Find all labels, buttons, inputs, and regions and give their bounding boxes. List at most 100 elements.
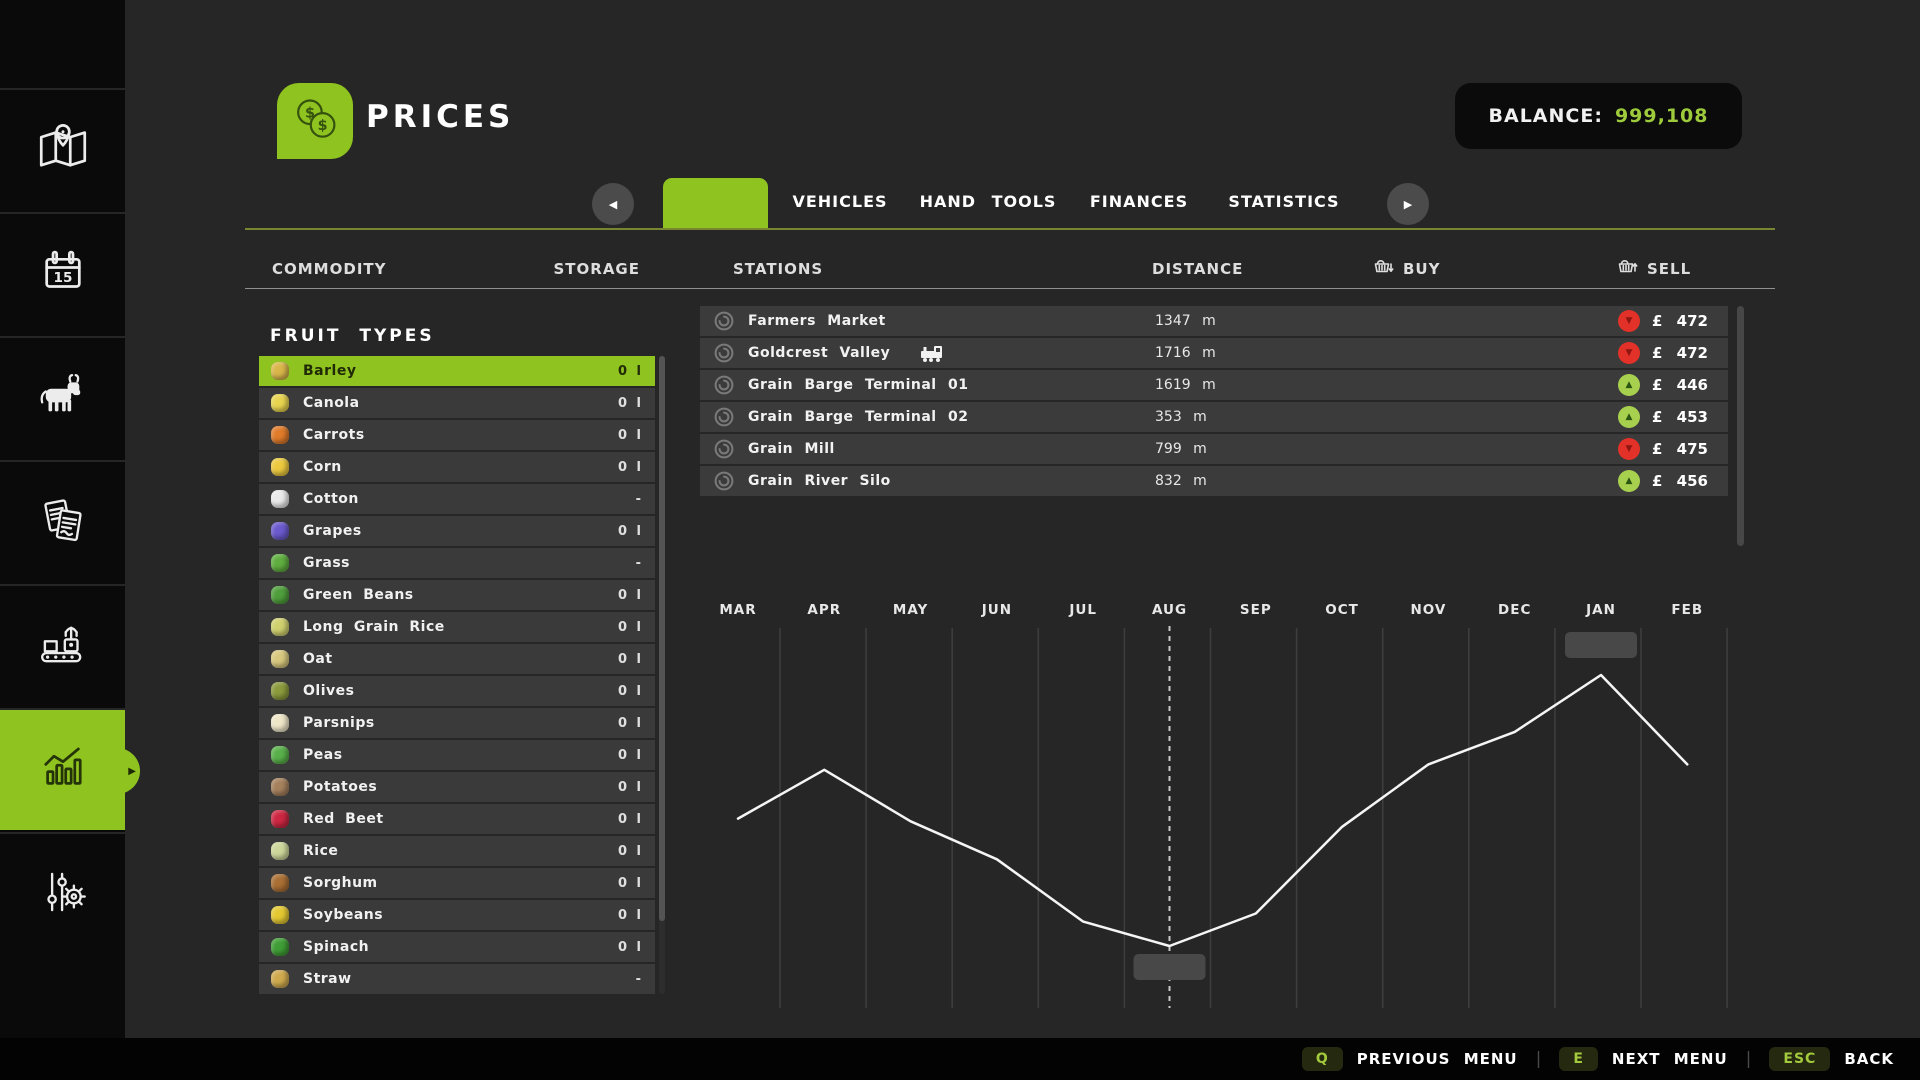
hint-label: NEXT MENU xyxy=(1611,1050,1728,1068)
station-row[interactable]: Goldcrest Valley 1716 m ▼ £ 472 xyxy=(700,338,1728,368)
tab-finances[interactable]: FINANCES xyxy=(1090,192,1188,211)
commodity-storage: 0 l xyxy=(617,587,641,603)
commodity-icon xyxy=(271,970,289,988)
price-history-chart[interactable]: MAR APR MAY JUN JUL AUG SEP OCT NOV DEC JAN FEB xyxy=(690,598,1770,1013)
tab-prices-active[interactable] xyxy=(663,178,768,229)
column-distance: DISTANCE xyxy=(1152,260,1244,278)
price-trend-down-icon: ▼ xyxy=(1618,342,1640,364)
commodity-row[interactable]: Barley 0 l xyxy=(259,356,655,386)
column-stations: STATIONS xyxy=(733,260,824,278)
commodity-row[interactable]: Potatoes 0 l xyxy=(259,772,655,802)
tab-vehicles[interactable]: VEHICLES xyxy=(792,192,887,211)
tab-statistics[interactable]: STATISTICS xyxy=(1228,192,1339,211)
column-buy: BUY xyxy=(1372,256,1440,282)
commodity-icon xyxy=(271,490,289,508)
commodity-icon xyxy=(271,810,289,828)
commodity-row[interactable]: Grapes 0 l xyxy=(259,516,655,546)
station-price: £ 453 xyxy=(1652,408,1708,426)
commodity-icon xyxy=(271,426,289,444)
commodity-scrollbar[interactable] xyxy=(659,356,665,994)
sidebar-item-settings[interactable] xyxy=(0,832,125,954)
chevron-right-icon: ▶ xyxy=(1403,197,1413,211)
key-badge-esc[interactable]: ESC xyxy=(1769,1047,1831,1071)
commodity-storage: 0 l xyxy=(617,843,641,859)
commodity-row[interactable]: Rice 0 l xyxy=(259,836,655,866)
month-label-may: MAY xyxy=(893,602,928,618)
station-row[interactable]: Grain Barge Terminal 02 353 m ▲ £ 453 xyxy=(700,402,1728,432)
footer-hint: Q PREVIOUS MENU xyxy=(1301,1047,1518,1071)
commodity-name: Barley xyxy=(303,363,357,379)
sidebar-item-animals[interactable] xyxy=(0,336,125,458)
commodity-row[interactable]: Oat 0 l xyxy=(259,644,655,674)
station-hotspot-icon xyxy=(714,343,734,363)
commodity-row[interactable]: Canola 0 l xyxy=(259,388,655,418)
station-distance: 353 m xyxy=(1155,409,1207,425)
commodity-row[interactable]: Peas 0 l xyxy=(259,740,655,770)
commodity-row[interactable]: Corn 0 l xyxy=(259,452,655,482)
basket-up-icon xyxy=(1616,256,1638,282)
station-row[interactable]: Grain River Silo 832 m ▲ £ 456 xyxy=(700,466,1728,496)
price-trend-up-icon: ▲ xyxy=(1618,374,1640,396)
commodity-row[interactable]: Carrots 0 l xyxy=(259,420,655,450)
statistics-chart-icon xyxy=(34,739,92,801)
month-label-aug: AUG xyxy=(1152,602,1187,618)
commodity-icon xyxy=(271,650,289,668)
hint-divider: | xyxy=(1535,1049,1542,1069)
key-badge-q[interactable]: Q xyxy=(1301,1047,1343,1071)
hint-label: BACK xyxy=(1844,1050,1894,1068)
footer-hint: E NEXT MENU xyxy=(1559,1047,1727,1071)
commodity-name: Corn xyxy=(303,459,342,475)
commodity-row[interactable]: Olives 0 l xyxy=(259,676,655,706)
commodity-name: Canola xyxy=(303,395,360,411)
svg-text:15: 15 xyxy=(53,270,72,286)
commodity-icon xyxy=(271,554,289,572)
month-label-nov: NOV xyxy=(1410,602,1446,618)
month-label-mar: MAR xyxy=(719,602,756,618)
balance-label: BALANCE: xyxy=(1488,105,1603,127)
key-badge-e[interactable]: E xyxy=(1559,1047,1598,1071)
hint-label: PREVIOUS MENU xyxy=(1356,1050,1518,1068)
station-row[interactable]: Grain Barge Terminal 01 1619 m ▲ £ 446 xyxy=(700,370,1728,400)
commodity-row[interactable]: Straw - xyxy=(259,964,655,994)
balance-box: BALANCE: 999,108 xyxy=(1455,83,1742,149)
commodity-name: Oat xyxy=(303,651,333,667)
sidebar-item-production[interactable] xyxy=(0,584,125,706)
sidebar-item-map[interactable] xyxy=(0,88,125,210)
commodity-row[interactable]: Grass - xyxy=(259,548,655,578)
commodity-icon xyxy=(271,714,289,732)
sidebar-item-calendar[interactable]: 15 xyxy=(0,212,125,334)
commodity-storage: 0 l xyxy=(617,811,641,827)
commodity-row[interactable]: Green Beans 0 l xyxy=(259,580,655,610)
tab-hand-tools[interactable]: HAND TOOLS xyxy=(920,192,1057,211)
stations-scrollbar[interactable] xyxy=(1737,306,1744,556)
svg-text:$: $ xyxy=(318,118,328,134)
max-price-box xyxy=(1565,632,1637,658)
commodity-icon xyxy=(271,778,289,796)
commodity-storage: 0 l xyxy=(617,907,641,923)
column-commodity: COMMODITY xyxy=(272,260,387,278)
tabs-prev-button[interactable]: ◀ xyxy=(592,183,634,225)
sidebar-item-statistics-active[interactable]: ▶ xyxy=(0,708,140,830)
map-icon xyxy=(34,119,92,181)
prices-page-icon: $ $ xyxy=(277,83,353,159)
commodity-row[interactable]: Soybeans 0 l xyxy=(259,900,655,930)
station-price: £ 446 xyxy=(1652,376,1708,394)
commodity-row[interactable]: Spinach 0 l xyxy=(259,932,655,962)
tabs-underline xyxy=(245,228,1775,230)
station-row[interactable]: Farmers Market 1347 m ▼ £ 472 xyxy=(700,306,1728,336)
tabs-next-button[interactable]: ▶ xyxy=(1387,183,1429,225)
commodity-row[interactable]: Sorghum 0 l xyxy=(259,868,655,898)
station-row[interactable]: Grain Mill 799 m ▼ £ 475 xyxy=(700,434,1728,464)
sidebar-item-contracts[interactable] xyxy=(0,460,125,582)
station-hotspot-icon xyxy=(714,471,734,491)
column-storage: STORAGE xyxy=(553,260,640,278)
commodity-row[interactable]: Long Grain Rice 0 l xyxy=(259,612,655,642)
commodity-name: Soybeans xyxy=(303,907,384,923)
commodity-row[interactable]: Red Beet 0 l xyxy=(259,804,655,834)
station-hotspot-icon xyxy=(714,439,734,459)
commodity-name: Rice xyxy=(303,843,339,859)
station-name: Grain Barge Terminal 01 xyxy=(748,377,969,393)
commodity-row[interactable]: Cotton - xyxy=(259,484,655,514)
station-hotspot-icon xyxy=(714,375,734,395)
commodity-row[interactable]: Parsnips 0 l xyxy=(259,708,655,738)
